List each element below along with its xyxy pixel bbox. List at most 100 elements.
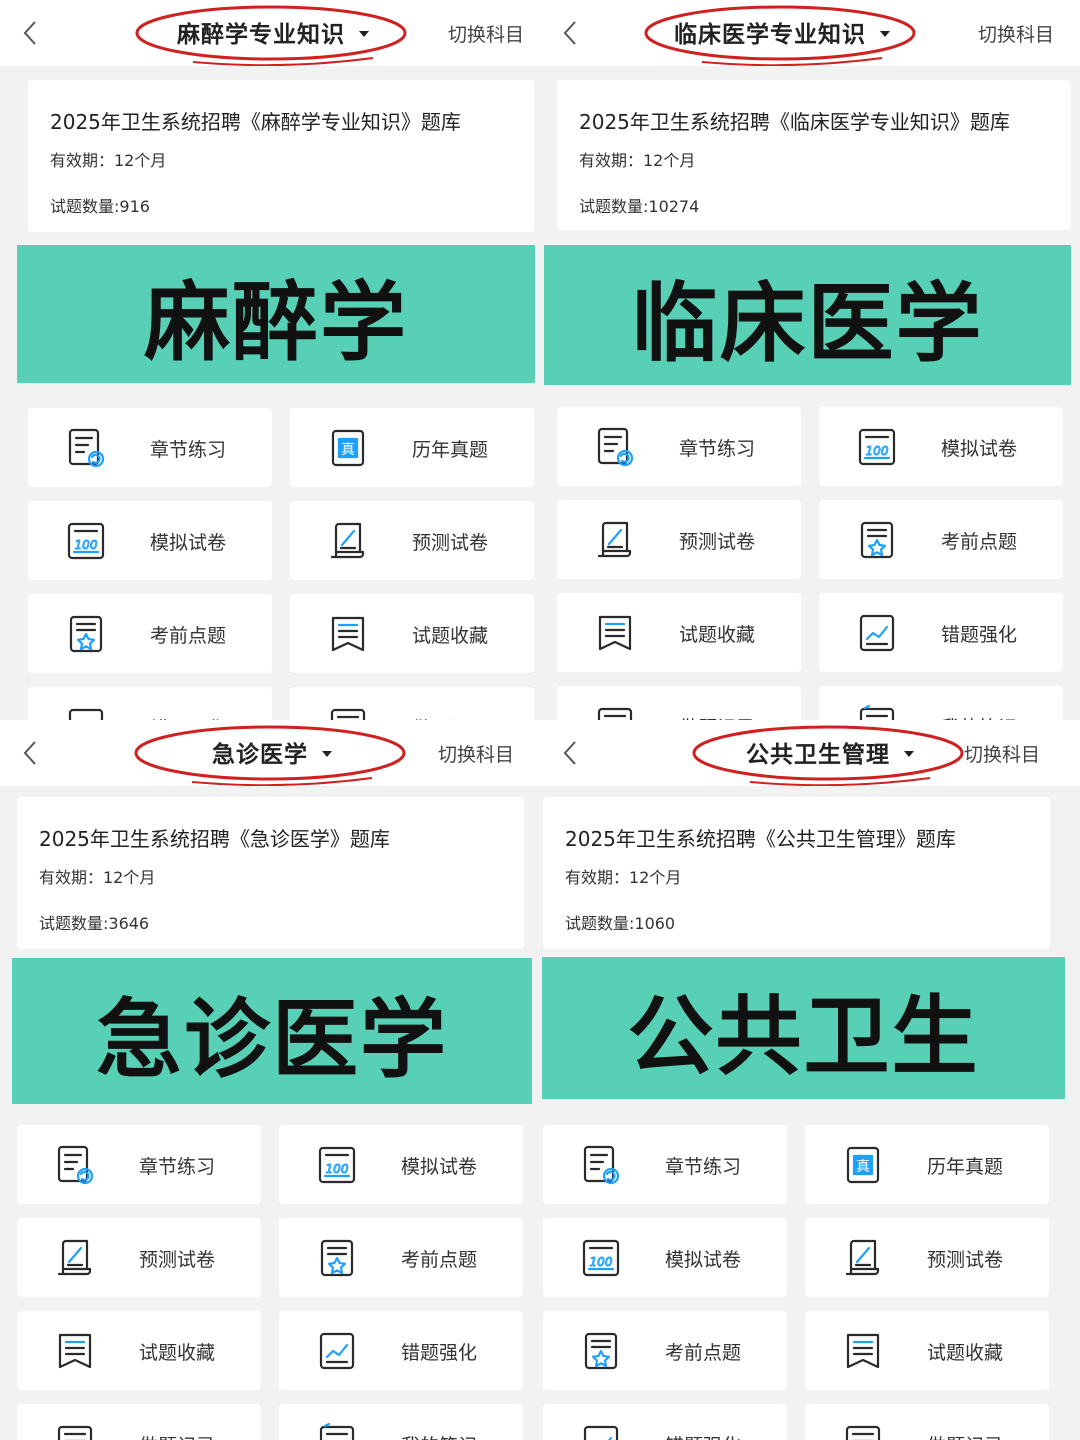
predict-exam-icon: [593, 518, 637, 562]
feature-tile-label: 错题强化: [665, 1431, 741, 1440]
question-bank-name: 2025年卫生系统招聘《公共卫生管理》题库: [565, 827, 956, 851]
feature-tile-star-note[interactable]: 考前点题: [279, 1218, 523, 1297]
feature-tile-mock-exam[interactable]: 100 模拟试卷: [279, 1125, 523, 1204]
bookmark-icon: [841, 1329, 885, 1373]
question-count: 试题数量:3646: [39, 914, 150, 933]
past-exam-icon: 真: [326, 426, 370, 470]
feature-tile-bookmark[interactable]: 试题收藏: [805, 1311, 1049, 1390]
switch-subject-link[interactable]: 切换科目: [438, 740, 514, 767]
question-count: 试题数量:10274: [579, 197, 700, 216]
chevron-left-icon: [23, 21, 36, 45]
feature-tile-label: 考前点题: [665, 1342, 742, 1364]
switch-subject-link[interactable]: 切换科目: [448, 20, 524, 47]
svg-text:100: 100: [590, 1255, 613, 1269]
record-icon: [593, 704, 637, 720]
feature-tile-predict-exam[interactable]: 预测试卷: [290, 501, 534, 580]
header-bar: 麻醉学专业知识 切换科目: [0, 0, 540, 66]
feature-tile-mock-exam[interactable]: 100 模拟试卷: [543, 1218, 787, 1297]
feature-tile-chapter-practice[interactable]: 章节练习: [28, 408, 272, 487]
feature-tile-notes[interactable]: 我的笔记: [819, 686, 1063, 720]
question-bank-card: 2025年卫生系统招聘《急诊医学》题库 有效期：12个月 试题数量:3646: [17, 797, 524, 949]
feature-tile-record[interactable]: 做题记录: [17, 1404, 261, 1440]
feature-tile-chapter-practice[interactable]: 章节练习: [543, 1125, 787, 1204]
subject-banner-text: 麻醉学: [144, 272, 408, 373]
feature-tile-chapter-practice[interactable]: 章节练习: [557, 407, 801, 486]
feature-tile-mock-exam[interactable]: 100 模拟试卷: [28, 501, 272, 580]
feature-tile-label: 章节练习: [139, 1156, 216, 1178]
star-note-icon: [855, 518, 899, 562]
validity-period: 有效期：12个月: [50, 151, 167, 170]
chapter-practice-icon: [64, 426, 108, 470]
back-button[interactable]: [16, 18, 46, 48]
feature-tile-star-note[interactable]: 考前点题: [28, 594, 272, 673]
feature-tile-label: 试题收藏: [927, 1342, 1004, 1364]
back-button[interactable]: [556, 18, 586, 48]
feature-tile-label: 考前点题: [941, 531, 1018, 553]
feature-tile-star-note[interactable]: 考前点题: [819, 500, 1063, 579]
feature-tile-mock-exam[interactable]: 100 模拟试卷: [819, 407, 1063, 486]
question-bank-name: 2025年卫生系统招聘《麻醉学专业知识》题库: [50, 110, 461, 134]
feature-tile-label: 模拟试卷: [665, 1249, 742, 1271]
switch-subject-link[interactable]: 切换科目: [978, 20, 1054, 47]
feature-tile-label: 错题强化: [401, 1342, 478, 1364]
notes-icon: [855, 704, 899, 720]
svg-text:真: 真: [341, 442, 355, 458]
back-button[interactable]: [556, 738, 586, 768]
validity-period: 有效期：12个月: [565, 868, 682, 887]
caret-down-icon: [904, 751, 914, 757]
feature-tile-label: 章节练习: [150, 439, 227, 461]
feature-tile-bookmark[interactable]: 试题收藏: [17, 1311, 261, 1390]
star-note-icon: [579, 1329, 623, 1373]
subject-panel-public-health: 公共卫生管理 切换科目 2025年卫生系统招聘《公共卫生管理》题库 有效期：12…: [540, 720, 1080, 1440]
subject-selector[interactable]: 公共卫生管理: [690, 724, 970, 786]
feature-tile-star-note[interactable]: 考前点题: [543, 1311, 787, 1390]
feature-tile-record[interactable]: 做题记录: [557, 686, 801, 720]
feature-tile-chart[interactable]: 错题强化: [279, 1311, 523, 1390]
feature-tile-notes[interactable]: 我的笔记: [279, 1404, 523, 1440]
feature-tile-label: 做题记录: [679, 713, 755, 720]
past-exam-icon: 真: [841, 1143, 885, 1187]
feature-tile-record[interactable]: 做题记录: [290, 687, 534, 720]
predict-exam-icon: [53, 1236, 97, 1280]
feature-tile-bookmark[interactable]: 试题收藏: [557, 593, 801, 672]
bookmark-icon: [326, 612, 370, 656]
question-bank-card: 2025年卫生系统招聘《公共卫生管理》题库 有效期：12个月 试题数量:1060: [543, 797, 1050, 949]
back-button[interactable]: [16, 738, 46, 768]
feature-tile-bookmark[interactable]: 试题收藏: [290, 594, 534, 673]
feature-tile-predict-exam[interactable]: 预测试卷: [557, 500, 801, 579]
feature-tile-label: 试题收藏: [679, 624, 756, 646]
mock-exam-icon: 100: [315, 1143, 359, 1187]
feature-tile-predict-exam[interactable]: 预测试卷: [805, 1218, 1049, 1297]
feature-tile-label: 错题强化: [941, 624, 1018, 646]
feature-tile-label: 章节练习: [679, 438, 756, 460]
subject-panel-clinical-medicine: 临床医学专业知识 切换科目 2025年卫生系统招聘《临床医学专业知识》题库 有效…: [540, 0, 1080, 720]
subject-banner-text: 急诊医学: [96, 989, 448, 1090]
subject-title: 急诊医学: [212, 742, 308, 768]
feature-tile-record[interactable]: 做题记录: [805, 1404, 1049, 1440]
subject-selector[interactable]: 麻醉学专业知识: [133, 4, 413, 66]
question-bank-card: 2025年卫生系统招聘《麻醉学专业知识》题库 有效期：12个月 试题数量:916: [28, 80, 534, 232]
subject-banner: 临床医学: [544, 245, 1071, 385]
feature-tile-chart[interactable]: 错题强化: [543, 1404, 787, 1440]
feature-tile-label: 我的笔记: [401, 1431, 477, 1440]
record-icon: [326, 705, 370, 720]
subject-selector[interactable]: 急诊医学: [132, 724, 412, 786]
subject-title: 麻醉学专业知识: [177, 22, 345, 48]
subject-selector[interactable]: 临床医学专业知识: [642, 4, 922, 66]
feature-tile-label: 历年真题: [412, 439, 489, 461]
feature-tile-chapter-practice[interactable]: 章节练习: [17, 1125, 261, 1204]
switch-subject-link[interactable]: 切换科目: [964, 740, 1040, 767]
feature-tile-predict-exam[interactable]: 预测试卷: [17, 1218, 261, 1297]
notes-icon: [315, 1422, 359, 1440]
chevron-left-icon: [23, 741, 36, 765]
feature-tile-chart[interactable]: 错题强化: [819, 593, 1063, 672]
feature-tile-chart[interactable]: 错题强化: [28, 687, 272, 720]
feature-tile-past-exam[interactable]: 真 历年真题: [805, 1125, 1049, 1204]
bookmark-icon: [593, 611, 637, 655]
feature-tile-past-exam[interactable]: 真 历年真题: [290, 408, 534, 487]
feature-tile-label: 章节练习: [665, 1156, 742, 1178]
feature-tile-label: 做题记录: [139, 1431, 215, 1440]
feature-tile-label: 预测试卷: [412, 532, 489, 554]
feature-tile-label: 预测试卷: [679, 531, 756, 553]
subject-banner-text: 临床医学: [631, 273, 984, 374]
